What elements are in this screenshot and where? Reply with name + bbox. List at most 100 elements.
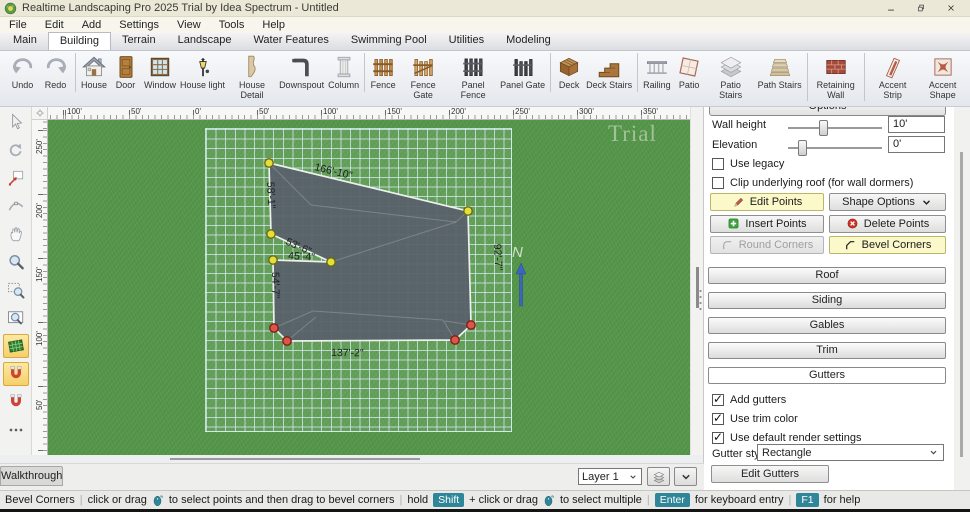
tab-utilities[interactable]: Utilities <box>438 32 495 50</box>
elevation-input[interactable]: 0' <box>888 136 945 153</box>
house-button[interactable]: House <box>75 53 109 92</box>
menu-add[interactable]: Add <box>73 19 111 31</box>
canvas-horizontal-scrollbar[interactable] <box>48 456 690 462</box>
patio-stairs-button[interactable]: Patio Stairs <box>706 53 756 101</box>
angle-snap-toggle[interactable] <box>3 390 29 414</box>
more-tools[interactable] <box>3 418 29 442</box>
panel-scrollbar[interactable] <box>954 107 970 490</box>
wall-height-slider[interactable] <box>788 127 882 129</box>
panel-resize-grip[interactable] <box>699 288 702 310</box>
tab-swimming-pool[interactable]: Swimming Pool <box>340 32 438 50</box>
roof-section-button[interactable]: Roof <box>708 267 946 284</box>
select-tool[interactable] <box>3 110 29 134</box>
tab-landscape[interactable]: Landscape <box>167 32 243 50</box>
delete-points-button[interactable]: Delete Points <box>829 215 946 233</box>
checkbox[interactable] <box>712 158 724 170</box>
fence-button[interactable]: Fence <box>364 53 398 92</box>
gables-section-button[interactable]: Gables <box>708 317 946 334</box>
elevation-slider-thumb[interactable] <box>798 140 807 156</box>
gutters-section-button[interactable]: Gutters <box>708 367 946 384</box>
house-light-button[interactable]: House light <box>178 53 227 92</box>
zoom-region-tool[interactable] <box>3 278 29 302</box>
zoom-extents-tool[interactable] <box>3 306 29 330</box>
checkbox-row[interactable]: Use default render settings <box>712 431 861 445</box>
deck-button[interactable]: Deck <box>550 53 584 92</box>
door-button[interactable]: Door <box>109 53 142 92</box>
view-tab-walkthrough[interactable]: Walkthrough <box>0 466 63 486</box>
gutter-style-dropdown[interactable]: Rectangle <box>757 444 944 461</box>
menu-help[interactable]: Help <box>253 19 294 31</box>
checkbox-row[interactable]: Use legacy <box>712 157 913 171</box>
vertex-handle[interactable] <box>327 258 335 266</box>
expand-button[interactable] <box>674 467 697 486</box>
accent-shape-button[interactable]: Accent Shape <box>918 53 968 101</box>
edit-points-tool[interactable] <box>3 166 29 190</box>
checkbox-row[interactable]: Add gutters <box>712 393 861 407</box>
window-button[interactable]: Window <box>142 53 178 92</box>
object-snap-toggle[interactable] <box>3 362 29 386</box>
vertex-handle[interactable] <box>451 336 459 344</box>
curve-tool[interactable] <box>3 194 29 218</box>
zoom-tool[interactable] <box>3 250 29 274</box>
restore-button[interactable] <box>906 1 936 16</box>
checkbox[interactable] <box>712 177 724 189</box>
column-button[interactable]: Column <box>326 53 361 92</box>
scrollbar-thumb[interactable] <box>960 152 963 457</box>
plan-canvas[interactable]: Trial 166'-10"58'-1"53'-6"45'-4"54'-7"92… <box>48 120 690 455</box>
vertex-handle[interactable] <box>265 159 273 167</box>
tab-main[interactable]: Main <box>2 32 48 50</box>
checkbox-row[interactable]: Clip underlying roof (for wall dormers) <box>712 176 913 190</box>
panel-fence-button[interactable]: Panel Fence <box>448 53 498 101</box>
menu-edit[interactable]: Edit <box>36 19 73 31</box>
canvas-vertical-scrollbar[interactable] <box>690 107 703 455</box>
tab-water-features[interactable]: Water Features <box>242 32 339 50</box>
scrollbar-thumb[interactable] <box>170 458 420 460</box>
menu-tools[interactable]: Tools <box>210 19 254 31</box>
minimize-button[interactable] <box>876 1 906 16</box>
menu-view[interactable]: View <box>168 19 210 31</box>
layer-dropdown[interactable]: Layer 1 <box>578 468 642 485</box>
accent-strip-button[interactable]: Accent Strip <box>864 53 918 101</box>
tab-building[interactable]: Building <box>48 32 111 50</box>
path-stairs-button[interactable]: Path Stairs <box>756 53 804 92</box>
checkbox[interactable] <box>712 413 724 425</box>
vertex-handle[interactable] <box>464 207 472 215</box>
rotate-tool[interactable] <box>3 138 29 162</box>
railing-button[interactable]: Railing <box>637 53 673 92</box>
panel-gate-button[interactable]: Panel Gate <box>498 53 547 92</box>
bevel-corners-button[interactable]: Bevel Corners <box>829 236 946 254</box>
menu-file[interactable]: File <box>0 19 36 31</box>
insert-points-button[interactable]: Insert Points <box>710 215 824 233</box>
tab-modeling[interactable]: Modeling <box>495 32 562 50</box>
shape-options-button[interactable]: Shape Options <box>829 193 946 211</box>
options-button[interactable]: Options <box>709 107 946 116</box>
checkbox[interactable] <box>712 394 724 406</box>
grid-snap-toggle[interactable] <box>3 334 29 358</box>
vertex-handle[interactable] <box>269 256 277 264</box>
deck-stairs-button[interactable]: Deck Stairs <box>584 53 634 92</box>
wall-height-slider-thumb[interactable] <box>819 120 828 136</box>
downspout-button[interactable]: Downspout <box>277 53 326 92</box>
vertex-handle[interactable] <box>267 230 275 238</box>
fence-gate-button[interactable]: Fence Gate <box>398 53 448 101</box>
tab-terrain[interactable]: Terrain <box>111 32 167 50</box>
menu-settings[interactable]: Settings <box>110 19 168 31</box>
vertex-handle[interactable] <box>270 324 278 332</box>
close-button[interactable] <box>936 1 966 16</box>
vertex-handle[interactable] <box>283 337 291 345</box>
siding-section-button[interactable]: Siding <box>708 292 946 309</box>
vertex-handle[interactable] <box>467 321 475 329</box>
trim-section-button[interactable]: Trim <box>708 342 946 359</box>
house-detail-button[interactable]: House Detail <box>227 53 277 101</box>
layers-button[interactable] <box>647 467 670 486</box>
redo-button[interactable]: Redo <box>39 53 72 92</box>
pan-tool[interactable] <box>3 222 29 246</box>
wall-height-input[interactable]: 10' <box>888 116 945 133</box>
checkbox[interactable] <box>712 432 724 444</box>
checkbox-row[interactable]: Use trim color <box>712 412 861 426</box>
edit-points-button[interactable]: Edit Points <box>710 193 824 211</box>
edit-gutters-button[interactable]: Edit Gutters <box>711 465 829 483</box>
undo-button[interactable]: Undo <box>6 53 39 92</box>
patio-button[interactable]: Patio <box>673 53 706 92</box>
retaining-wall-button[interactable]: Retaining Wall <box>807 53 861 101</box>
